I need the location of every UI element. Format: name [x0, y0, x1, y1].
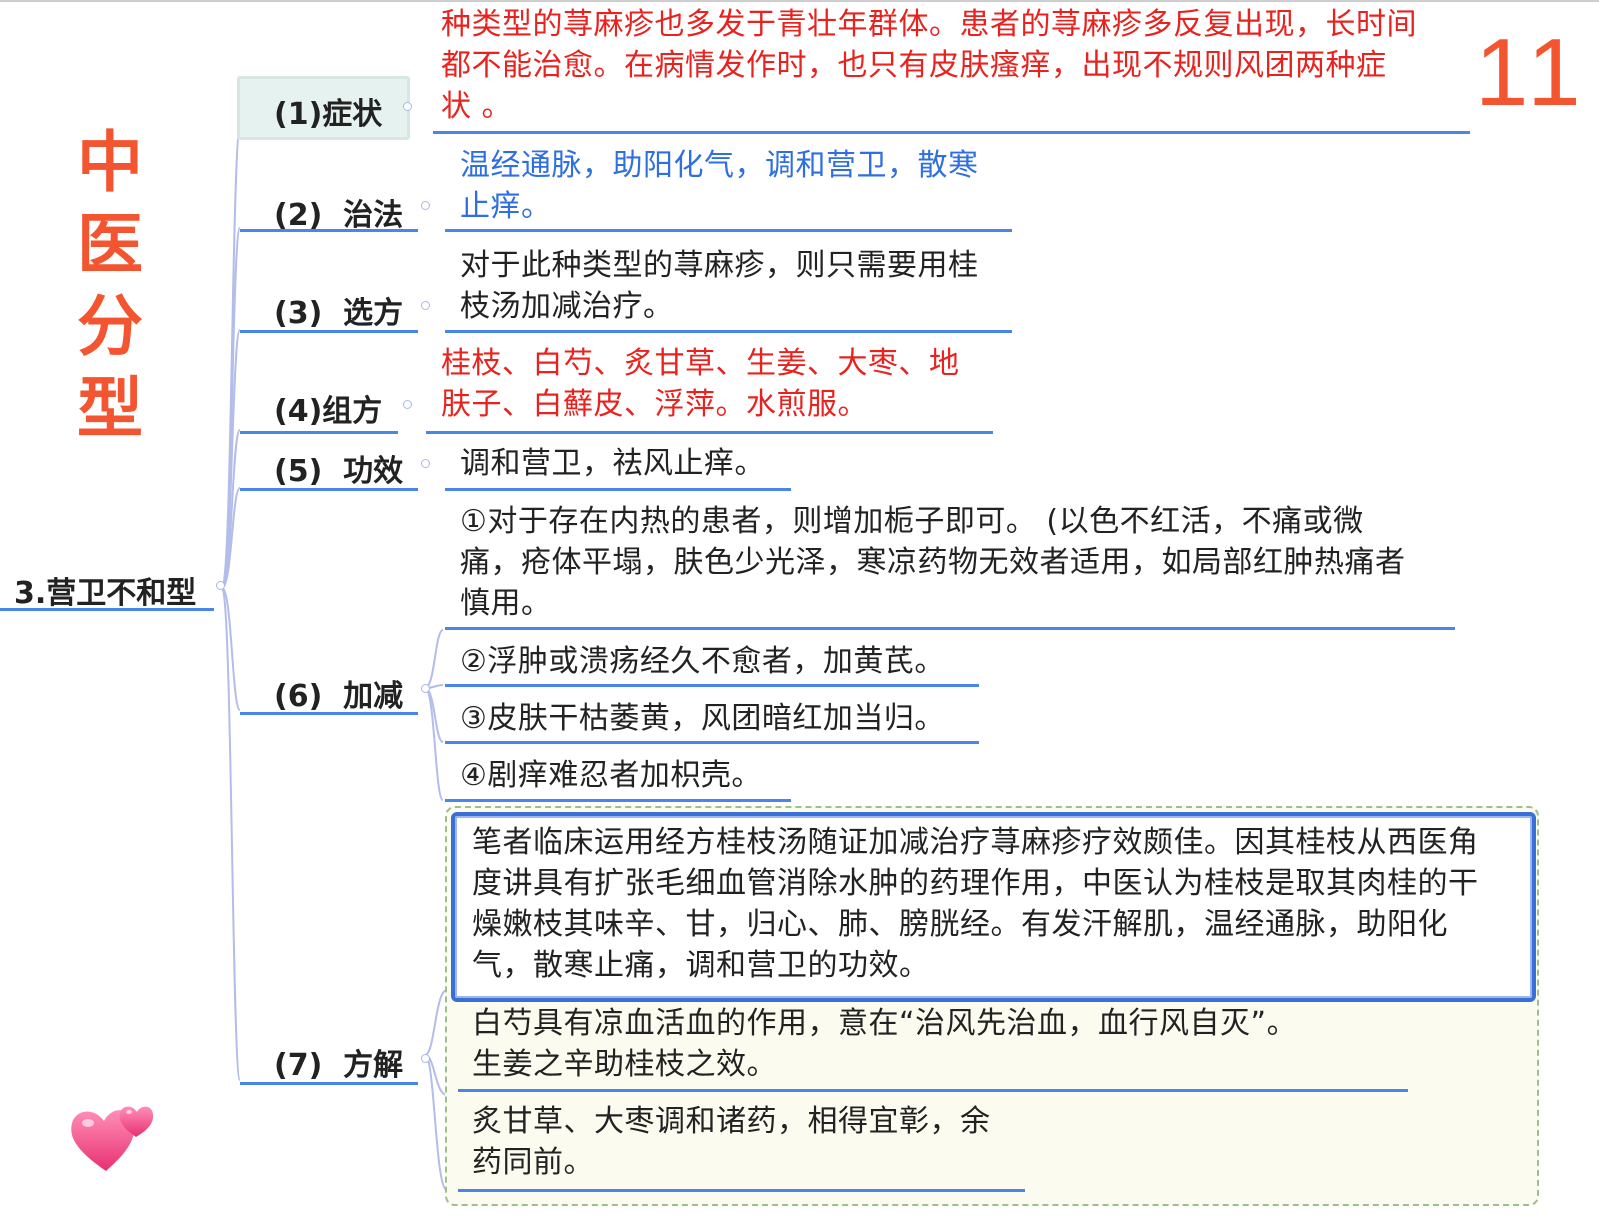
branch-1-label[interactable]: (1)症状 [274, 89, 382, 133]
branch-7-collapse-dot[interactable] [421, 1054, 430, 1063]
branch-3-underline [240, 330, 418, 333]
branch-7-label[interactable]: (7) 方解 [274, 1040, 403, 1084]
branch-3-text-underline [445, 330, 1012, 333]
branch-6-item-2: ②浮肿或溃疡经久不愈者，加黄芪。 [460, 644, 945, 679]
branch-2-text-underline [445, 229, 1012, 232]
branch-3-text: 对于此种类型的荨麻疹，则只需要用桂 枝汤加减治疗。 [460, 248, 979, 324]
branch-4-underline [240, 431, 398, 434]
branch-1-text-underline [433, 131, 1470, 134]
branch-6-item-2-underline [445, 684, 979, 687]
branch-5-underline [240, 488, 418, 491]
branch-2-text: 温经通脉，助阳化气，调和营卫，散寒 止痒。 [460, 148, 979, 224]
branch-6-underline [240, 712, 418, 715]
branch-1-collapse-dot[interactable] [403, 102, 412, 111]
branch-6-item-4-underline [445, 799, 791, 802]
branch-4-text-underline [426, 431, 993, 434]
vertical-title: 中 医 分 型 [70, 122, 150, 450]
branch-6-item-3-underline [445, 741, 979, 744]
vertical-title-char: 中 [77, 124, 143, 201]
branch-7-item-2-underline [458, 1089, 1408, 1092]
branch-3-label[interactable]: (3) 选方 [274, 288, 403, 332]
branch-6-collapse-dot[interactable] [421, 684, 430, 693]
branch-7-item-2: 白芍具有凉血活血的作用，意在“治风先治血，血行风自灭”。 生姜之辛助桂枝之效。 [472, 1006, 1298, 1082]
vertical-title-char: 医 [77, 206, 143, 283]
root-node-label[interactable]: 3.营卫不和型 [14, 568, 196, 612]
branch-6-label[interactable]: (6) 加减 [274, 671, 403, 715]
root-collapse-dot[interactable] [216, 581, 225, 590]
branch-4-text: 桂枝、白芍、炙甘草、生姜、大枣、地 肤子、白蘚皮、浮萍。水煎服。 [441, 346, 960, 422]
branch-2-label[interactable]: (2) 治法 [274, 190, 403, 234]
branch-4-label[interactable]: (4)组方 [274, 386, 382, 430]
branch-1-text: 种类型的荨麻疹也多发于青壮年群体。患者的荨麻疹多反复出现，长时间 都不能治愈。在… [441, 7, 1417, 124]
branch-6-item-1-underline [445, 627, 1455, 630]
branch-7-item-3-underline [458, 1189, 1025, 1192]
branch-2-underline [240, 229, 418, 232]
branch-6-item-1: ①对于存在内热的患者，则增加栀子即可。 (以色不红活，不痛或微 痛，疮体平塌，肤… [460, 504, 1406, 621]
branch-5-label[interactable]: (5) 功效 [274, 446, 403, 490]
branch-6-item-4: ④剧痒难忍者加枳壳。 [460, 758, 762, 793]
vertical-title-char: 型 [77, 370, 143, 447]
branch-3-collapse-dot[interactable] [421, 301, 430, 310]
branch-5-text-underline [445, 488, 791, 491]
branch-7-underline [240, 1082, 418, 1085]
vertical-title-char: 分 [77, 288, 143, 365]
branch-2-collapse-dot[interactable] [421, 201, 430, 210]
page-number: 11 [1475, 19, 1587, 126]
branch-7-item-1: 笔者临床运用经方桂枝汤随证加减治疗荨麻疹疗效颇佳。因其桂枝从西医角 度讲具有扩张… [472, 825, 1479, 983]
branch-5-text: 调和营卫，祛风止痒。 [460, 446, 765, 481]
branch-4-collapse-dot[interactable] [403, 400, 412, 409]
branch-5-collapse-dot[interactable] [421, 459, 430, 468]
branch-7-item-3: 炙甘草、大枣调和诸药，相得宜彰，余 药同前。 [472, 1104, 991, 1180]
branch-6-item-3: ③皮肤干枯萎黄，风团暗红加当归。 [460, 701, 945, 736]
top-rule [0, 0, 1599, 2]
pink-hearts-icon [71, 1106, 154, 1171]
root-underline [0, 608, 214, 611]
